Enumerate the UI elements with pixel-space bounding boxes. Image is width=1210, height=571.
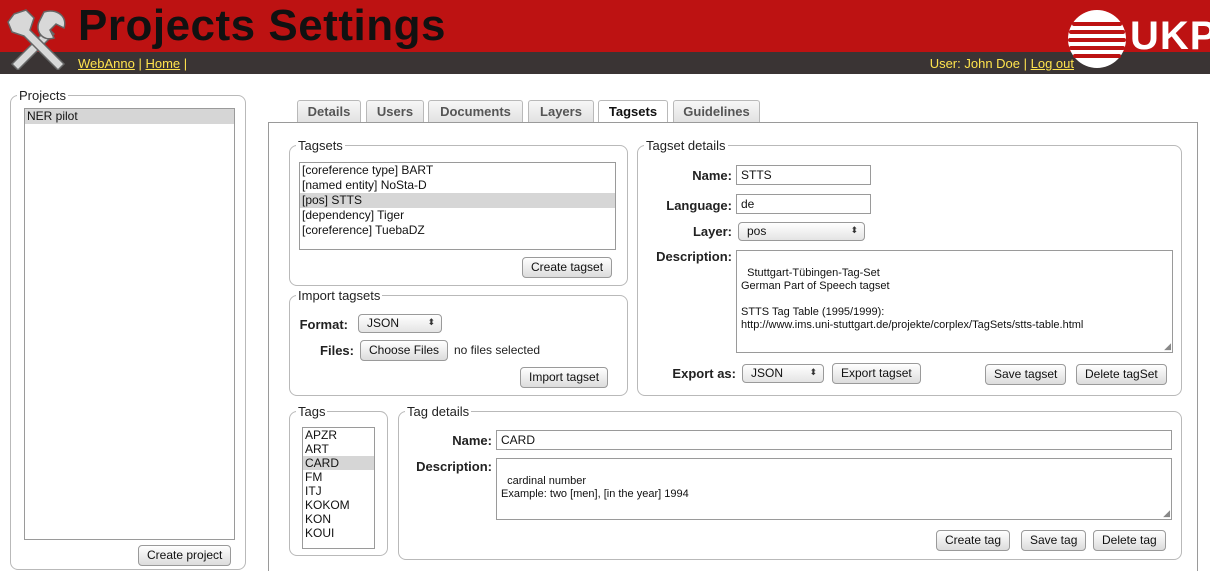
ukp-globe-icon bbox=[1068, 10, 1126, 68]
tagset-name-field[interactable]: STTS bbox=[736, 165, 871, 185]
header-nav: WebAnno | Home | bbox=[78, 56, 187, 71]
save-tag-button[interactable]: Save tag bbox=[1021, 530, 1087, 551]
select-arrows-icon: ⬍ bbox=[809, 367, 817, 377]
tag-details-legend: Tag details bbox=[407, 404, 470, 419]
tagset-item[interactable]: [named entity] NoSta-D bbox=[300, 178, 615, 193]
page-title: Projects Settings bbox=[78, 1, 446, 50]
tag-name-label: Name: bbox=[452, 433, 492, 448]
layer-label: Layer: bbox=[692, 224, 732, 239]
tagset-description-field[interactable]: Stuttgart-Tübingen-Tag-Set German Part o… bbox=[736, 250, 1173, 353]
user-area: User: John Doe | Log out bbox=[930, 56, 1074, 71]
create-tag-button[interactable]: Create tag bbox=[936, 530, 1011, 551]
layer-select[interactable]: pos ⬍ bbox=[738, 222, 865, 241]
nav-separator: | bbox=[180, 56, 188, 71]
home-link[interactable]: Home bbox=[145, 56, 180, 71]
files-status: no files selected bbox=[454, 343, 541, 357]
tab-layers[interactable]: Layers bbox=[528, 100, 594, 122]
ukp-brand-text: UKP bbox=[1130, 14, 1210, 58]
tab-documents[interactable]: Documents bbox=[428, 100, 523, 122]
tagset-item[interactable]: [coreference type] BART bbox=[300, 163, 615, 178]
import-tagsets-legend: Import tagsets bbox=[298, 288, 381, 303]
files-label: Files: bbox=[320, 343, 354, 358]
tag-item[interactable]: KOKOM bbox=[303, 498, 374, 512]
tag-item[interactable]: KOUI bbox=[303, 526, 374, 540]
project-item[interactable]: NER pilot bbox=[25, 109, 234, 124]
export-label: Export as: bbox=[672, 366, 736, 381]
create-tagset-button[interactable]: Create tagset bbox=[522, 257, 613, 278]
create-project-button[interactable]: Create project bbox=[138, 545, 232, 566]
select-arrows-icon: ⬍ bbox=[850, 225, 858, 235]
tools-logo-icon bbox=[7, 9, 66, 70]
layer-value: pos bbox=[747, 224, 767, 238]
tag-name-field[interactable]: CARD bbox=[496, 430, 1172, 450]
tag-item[interactable]: ITJ bbox=[303, 484, 374, 498]
format-value: JSON bbox=[367, 316, 400, 330]
export-tagset-button[interactable]: Export tagset bbox=[832, 363, 921, 384]
tag-description-field[interactable]: cardinal number Example: two [men], [in … bbox=[496, 458, 1172, 520]
nav-separator: | bbox=[134, 56, 146, 71]
tab-tagsets[interactable]: Tagsets bbox=[598, 100, 668, 123]
app-header: Projects Settings WebAnno | Home | User:… bbox=[0, 0, 1210, 74]
tagset-description-text: Stuttgart-Tübingen-Tag-Set German Part o… bbox=[741, 267, 1084, 331]
tag-item[interactable]: KON bbox=[303, 512, 374, 526]
tagset-item[interactable]: [dependency] Tiger bbox=[300, 208, 615, 223]
save-tagset-button[interactable]: Save tagset bbox=[985, 364, 1067, 385]
tagsets-list[interactable]: [coreference type] BART [named entity] N… bbox=[299, 162, 616, 250]
choose-files-button[interactable]: Choose Files bbox=[360, 340, 449, 361]
language-field[interactable]: de bbox=[736, 194, 871, 214]
tab-users[interactable]: Users bbox=[366, 100, 424, 122]
tagset-item[interactable]: [pos] STTS bbox=[300, 193, 615, 208]
tag-item[interactable]: FM bbox=[303, 470, 374, 484]
tags-legend: Tags bbox=[298, 404, 326, 419]
tag-item[interactable]: APZR bbox=[303, 428, 374, 442]
export-format-select[interactable]: JSON ⬍ bbox=[742, 364, 824, 383]
delete-tag-button[interactable]: Delete tag bbox=[1093, 530, 1166, 551]
tag-item[interactable]: CARD bbox=[303, 456, 374, 470]
resize-handle-icon[interactable]: ◢ bbox=[1164, 342, 1171, 351]
tag-item[interactable]: ART bbox=[303, 442, 374, 456]
export-format-value: JSON bbox=[751, 366, 784, 380]
resize-handle-icon[interactable]: ◢ bbox=[1163, 509, 1170, 518]
user-separator: | bbox=[1020, 56, 1031, 71]
delete-tagset-button[interactable]: Delete tagSet bbox=[1076, 364, 1167, 385]
tag-description-label: Description: bbox=[416, 459, 492, 474]
format-label: Format: bbox=[299, 317, 348, 332]
tab-guidelines[interactable]: Guidelines bbox=[673, 100, 760, 122]
language-label: Language: bbox=[666, 198, 732, 213]
tagset-details-legend: Tagset details bbox=[646, 138, 726, 153]
select-arrows-icon: ⬍ bbox=[427, 317, 435, 327]
tags-list[interactable]: APZR ART CARD FM ITJ KOKOM KON KOUI bbox=[302, 427, 375, 549]
tag-description-text: cardinal number Example: two [men], [in … bbox=[501, 475, 689, 500]
user-label: User: John Doe bbox=[929, 56, 1021, 71]
projects-list[interactable]: NER pilot bbox=[24, 108, 235, 540]
tab-details[interactable]: Details bbox=[297, 100, 361, 122]
projects-legend: Projects bbox=[19, 88, 66, 103]
tagset-name-label: Name: bbox=[692, 168, 732, 183]
webanno-link[interactable]: WebAnno bbox=[78, 56, 135, 71]
tagset-item[interactable]: [coreference] TuebaDZ bbox=[300, 223, 615, 238]
tagset-description-label: Description: bbox=[656, 249, 732, 264]
format-select[interactable]: JSON ⬍ bbox=[358, 314, 442, 333]
tagsets-legend: Tagsets bbox=[298, 138, 343, 153]
import-tagset-button[interactable]: Import tagset bbox=[520, 367, 609, 388]
